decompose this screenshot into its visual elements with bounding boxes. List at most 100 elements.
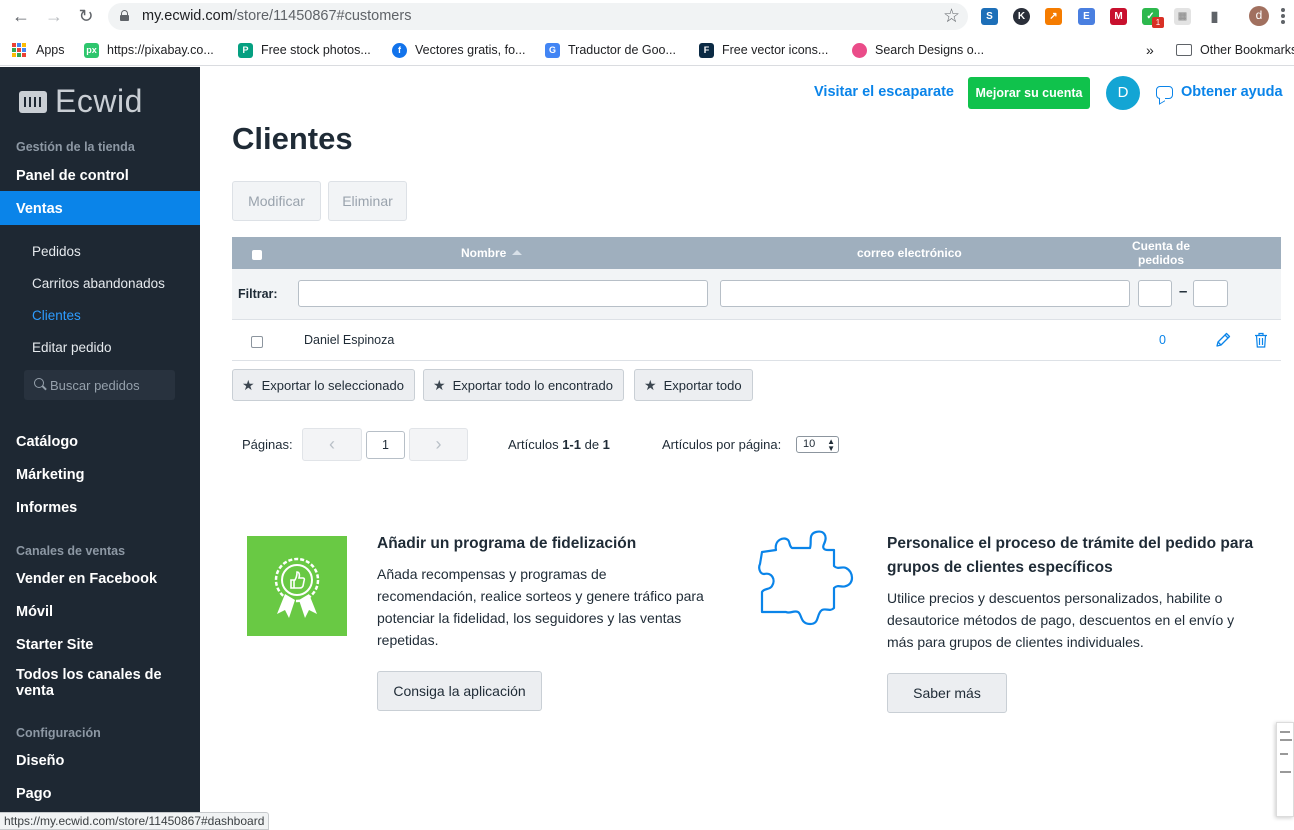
edit-pencil-icon[interactable]	[1215, 332, 1231, 348]
modify-button[interactable]: Modificar	[232, 181, 321, 221]
bookmarks-overflow-icon[interactable]: »	[1146, 41, 1154, 59]
browser-menu-icon[interactable]	[1281, 8, 1285, 26]
export-all-button[interactable]: ★ Exportar todo	[634, 369, 753, 401]
filter-name-input[interactable]	[298, 280, 708, 307]
forward-arrow-icon[interactable]: →	[43, 5, 65, 27]
reload-icon[interactable]: ↻	[75, 5, 97, 27]
next-page-button[interactable]: ›	[409, 428, 468, 461]
search-icon	[34, 378, 44, 388]
prev-page-button[interactable]: ‹	[302, 428, 362, 461]
column-email-header[interactable]: correo electrónico	[857, 246, 962, 260]
sidebar: Ecwid Gestión de la tienda Panel de cont…	[0, 67, 200, 830]
per-page-select[interactable]: 10 ▲ ▼	[796, 436, 839, 453]
promo-loyalty-title: Añadir un programa de fidelización	[377, 535, 637, 552]
extension-translate-icon[interactable]: E	[1078, 8, 1095, 25]
sidebar-item-catalog[interactable]: Catálogo	[16, 434, 78, 450]
flaticon-icon: F	[699, 42, 714, 58]
sidebar-subitem-abandoned-carts[interactable]: Carritos abandonados	[32, 276, 165, 291]
page-title: Clientes	[232, 121, 353, 156]
status-bar-url: https://my.ecwid.com/store/11450867#dash…	[0, 812, 270, 830]
extension-puzzle-icon[interactable]: ▮	[1206, 8, 1223, 25]
get-app-button[interactable]: Consiga la aplicación	[377, 671, 542, 711]
sidebar-item-facebook[interactable]: Vender en Facebook	[16, 571, 157, 587]
orders-count-link[interactable]: 0	[1159, 333, 1166, 347]
browser-toolbar: ← → ↻ my.ecwid.com/store/11450867#custom…	[0, 0, 1294, 34]
column-orders-header[interactable]: Cuenta de pedidos	[1120, 239, 1202, 267]
filter-orders-max-input[interactable]	[1193, 280, 1228, 307]
sidebar-section-channels: Canales de ventas	[16, 544, 126, 558]
learn-more-button[interactable]: Saber más	[887, 673, 1007, 713]
bookmark-flaticon[interactable]: F Free vector icons...	[699, 41, 828, 59]
sidebar-item-all-channels[interactable]: Todos los canales de venta	[16, 667, 176, 699]
promo-checkout-text: Utilice precios y descuentos personaliza…	[887, 590, 1235, 650]
bookmark-dribbble[interactable]: Search Designs o...	[852, 41, 984, 59]
star-icon: ★	[644, 376, 657, 393]
sidebar-subitem-orders[interactable]: Pedidos	[32, 244, 81, 259]
table-header: Nombre correo electrónico Cuenta de pedi…	[232, 237, 1281, 269]
pexels-icon: P	[238, 42, 253, 58]
sidebar-item-sales-label[interactable]: Ventas	[16, 201, 63, 217]
orders-search-input[interactable]: Buscar pedidos	[24, 370, 175, 400]
bookmark-translate[interactable]: G Traductor de Goo...	[545, 41, 676, 59]
filter-orders-min-input[interactable]	[1138, 280, 1172, 307]
delete-button[interactable]: Eliminar	[328, 181, 407, 221]
back-arrow-icon[interactable]: ←	[10, 5, 32, 27]
promo-checkout-title: Personalice el proceso de trámite del pe…	[887, 535, 1254, 576]
bookmark-star-icon[interactable]: ☆	[943, 5, 960, 28]
row-checkbox[interactable]	[251, 336, 263, 348]
articles-count: Artículos 1-1 de 1	[508, 437, 610, 452]
ecwid-logo[interactable]: Ecwid	[19, 83, 143, 120]
sidebar-item-starter-site[interactable]: Starter Site	[16, 637, 93, 653]
extension-grid-icon[interactable]: ▦	[1174, 8, 1191, 25]
url-text: my.ecwid.com/store/11450867#customers	[142, 8, 412, 24]
user-avatar[interactable]: D	[1106, 76, 1140, 110]
extension-k-icon[interactable]: K	[1013, 8, 1030, 25]
filter-label: Filtrar:	[238, 287, 278, 301]
extension-mcafee-icon[interactable]: M	[1110, 8, 1127, 25]
bookmark-pexels[interactable]: P Free stock photos...	[238, 41, 371, 59]
promo-loyalty-text: Añada recompensas y programas de recomen…	[377, 566, 704, 648]
sidebar-section-store: Gestión de la tienda	[16, 140, 135, 154]
sidebar-item-mobile[interactable]: Móvil	[16, 604, 53, 620]
filter-email-input[interactable]	[720, 280, 1130, 307]
folder-icon	[1176, 44, 1192, 56]
bookmarks-bar: Apps px https://pixabay.co... P Free sto…	[0, 34, 1294, 66]
sidebar-subitem-edit-order[interactable]: Editar pedido	[32, 340, 112, 355]
upgrade-account-button[interactable]: Mejorar su cuenta	[968, 77, 1090, 109]
trash-icon[interactable]	[1254, 332, 1268, 348]
customer-name[interactable]: Daniel Espinoza	[304, 333, 394, 347]
pixabay-icon: px	[84, 42, 99, 58]
loyalty-badge-icon	[247, 536, 347, 636]
get-help-link[interactable]: Obtener ayuda	[1156, 84, 1283, 100]
bookmark-freepik[interactable]: f Vectores gratis, fo...	[392, 41, 525, 59]
sidebar-item-reports[interactable]: Informes	[16, 500, 77, 516]
extension-s-icon[interactable]: S	[981, 8, 998, 25]
other-bookmarks[interactable]: Other Bookmarks	[1176, 41, 1294, 59]
filter-row: Filtrar: –	[232, 269, 1281, 320]
sidebar-item-marketing[interactable]: Márketing	[16, 467, 85, 483]
export-selected-button[interactable]: ★ Exportar lo seleccionado	[232, 369, 415, 401]
extension-badge: 1	[1152, 17, 1164, 28]
select-all-checkbox[interactable]	[252, 250, 262, 260]
sidebar-item-payment[interactable]: Pago	[16, 786, 51, 802]
puzzle-piece-icon	[758, 530, 854, 626]
export-found-button[interactable]: ★ Exportar todo lo encontrado	[423, 369, 624, 401]
extension-chart-icon[interactable]: ↗	[1045, 8, 1062, 25]
sidebar-item-dashboard[interactable]: Panel de control	[16, 168, 129, 184]
bookmark-pixabay[interactable]: px https://pixabay.co...	[84, 41, 214, 59]
address-bar[interactable]: my.ecwid.com/store/11450867#customers ☆	[108, 3, 968, 30]
star-icon: ★	[242, 376, 255, 393]
dribbble-icon	[852, 42, 867, 58]
chat-bubble-icon	[1156, 85, 1173, 99]
sidebar-item-design[interactable]: Diseño	[16, 753, 64, 769]
column-name-header[interactable]: Nombre	[461, 246, 523, 260]
table-row: Daniel Espinoza 0	[232, 320, 1281, 361]
profile-avatar[interactable]: d	[1249, 6, 1269, 26]
cart-icon	[19, 89, 47, 115]
sidebar-subitem-customers[interactable]: Clientes	[32, 308, 81, 323]
screenshot-thumbnail[interactable]	[1276, 722, 1294, 817]
visit-storefront-link[interactable]: Visitar el escaparate	[814, 84, 954, 100]
star-icon: ★	[433, 376, 446, 393]
bookmark-apps[interactable]: Apps	[12, 41, 65, 59]
page-number-input[interactable]: 1	[366, 431, 405, 459]
